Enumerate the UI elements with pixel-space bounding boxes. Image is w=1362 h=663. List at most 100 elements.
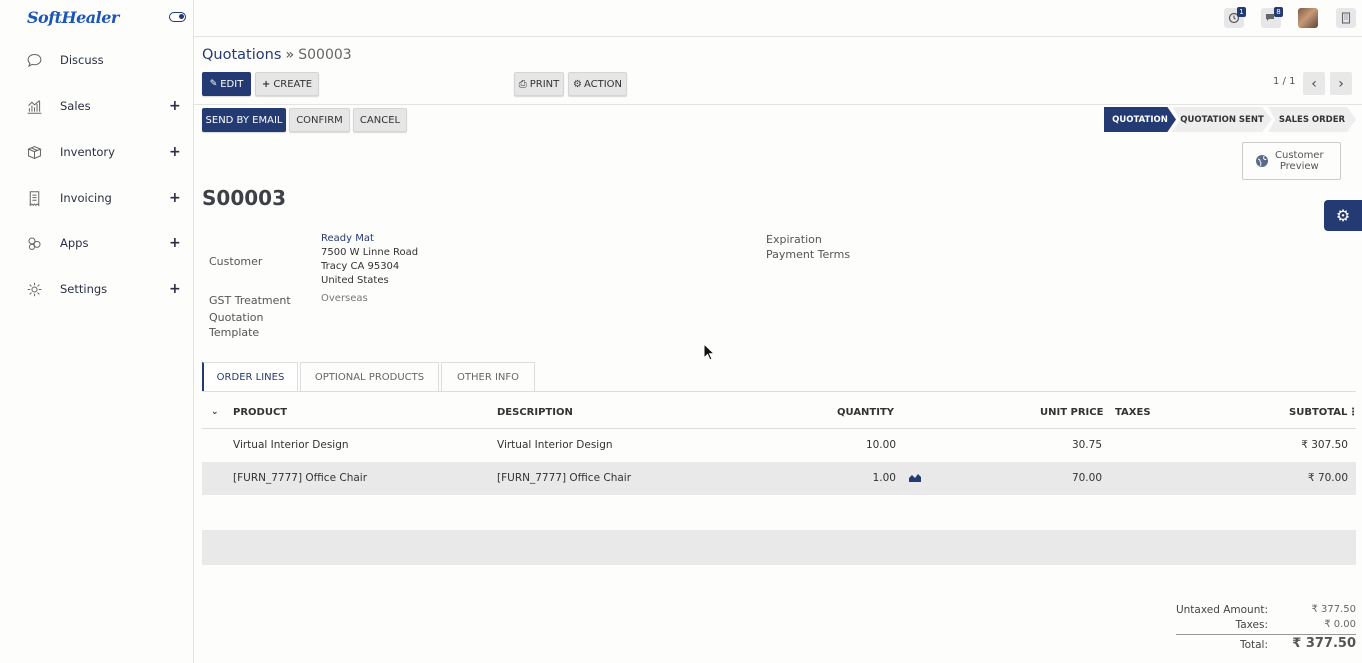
chart-icon [25, 97, 43, 115]
untaxed-amount-label: Untaxed Amount: [1175, 604, 1268, 616]
untaxed-amount-value: ₹ 377.50 [1311, 604, 1356, 615]
column-header-quantity[interactable]: QUANTITY [837, 407, 894, 418]
payment-terms-label: Payment Terms [766, 248, 851, 261]
expiration-label: Expiration [766, 233, 822, 246]
brand-logo[interactable]: SoftHealer [27, 8, 119, 27]
column-header-taxes[interactable]: TAXES [1115, 407, 1151, 418]
sidebar: SoftHealer Discuss Sales + Inventory + I… [0, 0, 194, 663]
activity-clock-icon[interactable]: 1 [1224, 7, 1246, 28]
company-building-icon[interactable] [1336, 8, 1356, 28]
printer-icon: ⎙ [518, 78, 527, 90]
edit-button[interactable]: ✎ EDIT [202, 72, 251, 96]
quotation-template-label-2: Template [209, 326, 260, 339]
cell-description: Virtual Interior Design [497, 439, 613, 451]
sidebar-item-settings[interactable]: Settings + [0, 274, 194, 304]
sidebar-item-label: Settings [60, 282, 108, 296]
tab-order-lines[interactable]: ORDER LINES [202, 362, 298, 392]
status-stage-quotation[interactable]: QUOTATION [1104, 107, 1176, 132]
expand-plus-icon[interactable]: + [169, 235, 181, 251]
create-button[interactable]: + CREATE [255, 72, 319, 96]
column-header-product[interactable]: PRODUCT [233, 407, 287, 418]
cog-icon: ⚙ [572, 78, 582, 90]
customer-value: Ready Mat 7500 W Linne Road Tracy CA 953… [321, 232, 418, 288]
cell-subtotal: ₹ 70.00 [1307, 472, 1348, 484]
chevron-right-icon: › [1338, 75, 1344, 92]
breadcrumb: Quotations» S00003 [202, 47, 352, 63]
cell-quantity: 1.00 [872, 472, 896, 484]
sidebar-item-invoicing[interactable]: Invoicing + [0, 183, 194, 213]
tab-optional-products[interactable]: OPTIONAL PRODUCTS [300, 362, 439, 392]
sidebar-item-inventory[interactable]: Inventory + [0, 137, 194, 167]
table-footer-row [202, 530, 1356, 565]
settings-gear-tab[interactable]: ⚙ [1324, 200, 1362, 231]
globe-icon [1256, 155, 1268, 167]
sidebar-item-apps[interactable]: Apps + [0, 228, 194, 258]
column-header-unit-price[interactable]: UNIT PRICE [1040, 407, 1103, 418]
messages-count-badge: 8 [1274, 7, 1283, 17]
print-button-label: PRINT [529, 78, 560, 90]
tab-other-info[interactable]: OTHER INFO [441, 362, 535, 392]
customer-preview-line1: Customer [1275, 150, 1324, 161]
pager-previous-button[interactable]: ‹ [1303, 72, 1325, 95]
customer-preview-label: Customer Preview [1275, 150, 1324, 172]
sidebar-item-label: Apps [60, 236, 89, 250]
taxes-value: ₹ 0.00 [1324, 619, 1356, 630]
taxes-label: Taxes: [1235, 619, 1268, 631]
expand-plus-icon[interactable]: + [169, 144, 181, 160]
gst-treatment-label: GST Treatment [209, 294, 291, 307]
gear-icon: ⚙ [1335, 206, 1351, 225]
user-avatar[interactable] [1298, 8, 1318, 28]
apps-icon [25, 234, 43, 252]
cell-quantity: 10.00 [865, 439, 896, 451]
totals-divider [1176, 634, 1356, 635]
send-by-email-button[interactable]: SEND BY EMAIL [202, 108, 286, 132]
status-stage-sales-order[interactable]: SALES ORDER [1268, 107, 1356, 132]
activity-count-badge: 1 [1237, 7, 1246, 17]
sidebar-item-label: Inventory [60, 145, 115, 159]
tab-divider [202, 391, 1356, 392]
address-line: Tracy CA 95304 [321, 261, 400, 272]
expand-plus-icon[interactable]: + [169, 190, 181, 206]
sidebar-item-label: Invoicing [60, 191, 112, 205]
box-icon [25, 143, 43, 161]
expand-plus-icon[interactable]: + [169, 281, 181, 297]
breadcrumb-current: S00003 [298, 47, 352, 63]
forecast-graph-icon[interactable] [909, 472, 921, 485]
cell-product: Virtual Interior Design [233, 439, 349, 451]
messages-icon[interactable]: 8 [1261, 7, 1283, 28]
customer-label: Customer [209, 255, 263, 268]
customer-name-link[interactable]: Ready Mat [321, 232, 418, 246]
edit-button-label: EDIT [220, 78, 244, 90]
expand-plus-icon[interactable]: + [169, 98, 181, 114]
chevron-left-icon: ‹ [1311, 75, 1317, 92]
collapse-chevron-icon[interactable]: ⌄ [211, 407, 219, 417]
confirm-button[interactable]: CONFIRM [289, 108, 350, 132]
status-stage-quotation-sent[interactable]: QUOTATION SENT [1172, 107, 1272, 132]
customer-preview-button[interactable]: Customer Preview [1242, 142, 1341, 180]
receipt-icon [25, 189, 43, 207]
pager-next-button[interactable]: › [1330, 72, 1352, 95]
cell-product: [FURN_7777] Office Chair [233, 472, 368, 484]
column-header-description[interactable]: DESCRIPTION [497, 407, 573, 418]
total-label: Total: [1239, 639, 1268, 651]
cancel-button[interactable]: CANCEL [353, 108, 407, 132]
column-options-icon[interactable]: ⋮ [1348, 407, 1358, 418]
chat-icon [25, 51, 43, 69]
print-button[interactable]: ⎙ PRINT [514, 72, 564, 96]
table-row[interactable]: Virtual Interior Design Virtual Interior… [202, 429, 1356, 462]
address-line: United States [321, 275, 389, 286]
sidebar-item-discuss[interactable]: Discuss [0, 45, 194, 75]
pager-value[interactable]: 1 / 1 [1273, 76, 1295, 87]
cell-subtotal: ₹ 307.50 [1301, 439, 1348, 451]
gst-treatment-value[interactable]: Overseas [321, 292, 368, 306]
breadcrumb-parent-link[interactable]: Quotations [202, 47, 281, 63]
cell-unit-price: 30.75 [1071, 439, 1102, 451]
sidebar-item-label: Sales [60, 99, 91, 113]
table-row[interactable]: [FURN_7777] Office Chair [FURN_7777] Off… [202, 462, 1356, 495]
sidebar-item-sales[interactable]: Sales + [0, 91, 194, 121]
plus-icon: + [261, 78, 271, 90]
gear-icon [25, 280, 43, 298]
theme-toggle[interactable] [169, 12, 186, 22]
action-button[interactable]: ⚙ ACTION [568, 72, 627, 96]
column-header-subtotal[interactable]: SUBTOTAL [1289, 407, 1347, 418]
